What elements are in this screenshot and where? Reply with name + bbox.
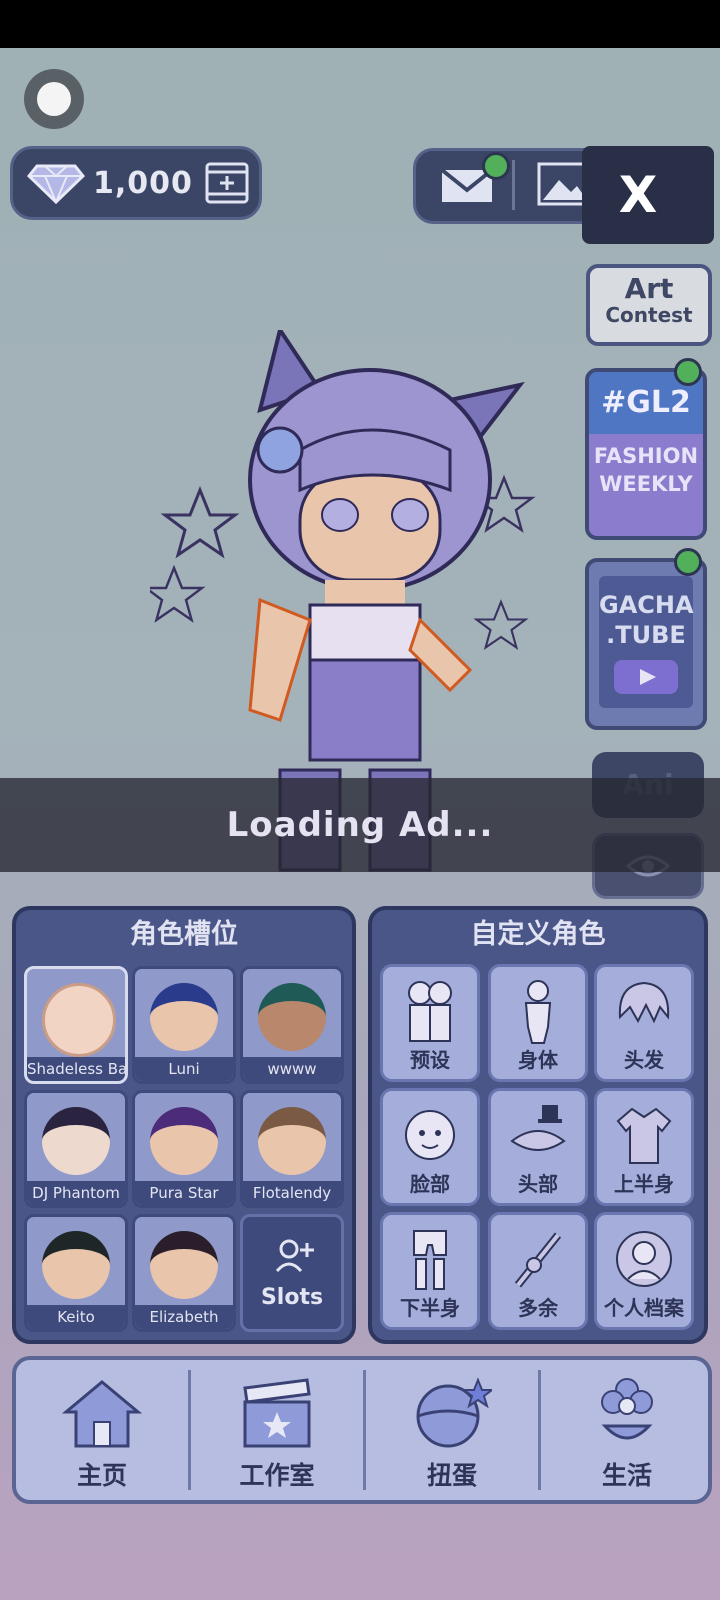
- customize-body[interactable]: 身体: [488, 964, 588, 1082]
- avatar: [42, 1107, 110, 1175]
- customize-label: 脸部: [410, 1172, 450, 1196]
- customize-label: 下半身: [400, 1296, 460, 1320]
- studio-icon: [243, 1378, 311, 1448]
- gacha-tube-button[interactable]: GACHA .TUBE: [585, 558, 707, 730]
- avatar: [42, 1231, 110, 1299]
- notification-dot: [482, 152, 510, 180]
- body-icon: [524, 980, 552, 1044]
- avatar: [42, 983, 116, 1057]
- gem-count: 1,000: [93, 165, 193, 201]
- nav-label: 生活: [601, 1461, 652, 1490]
- character-slot[interactable]: Luni: [132, 966, 236, 1084]
- gl2-fashion-weekly-button[interactable]: #GL2 FASHION WEEKLY: [585, 368, 707, 540]
- character-slot[interactable]: Keito: [24, 1214, 128, 1332]
- nav-home[interactable]: 主页: [16, 1360, 188, 1500]
- avatar: [150, 1107, 218, 1175]
- slot-name: Pura Star: [135, 1181, 233, 1205]
- nav-life[interactable]: 生活: [541, 1360, 713, 1500]
- slot-name: DJ Phantom: [27, 1181, 125, 1205]
- hair-icon: [618, 981, 670, 1024]
- character-slot[interactable]: Pura Star: [132, 1090, 236, 1208]
- nav-gacha[interactable]: 扭蛋: [366, 1360, 538, 1500]
- customize-preset[interactable]: 预设: [380, 964, 480, 1082]
- slot-name: wwww: [243, 1057, 341, 1081]
- customize-face[interactable]: 脸部: [380, 1088, 480, 1206]
- character-slot[interactable]: DJ Phantom: [24, 1090, 128, 1208]
- notification-dot: [674, 358, 702, 386]
- record-button[interactable]: [24, 69, 84, 129]
- art-contest-line2: Contest: [605, 303, 693, 327]
- slot-name: Keito: [27, 1305, 125, 1329]
- gl2-line3: WEEKLY: [599, 472, 693, 496]
- add-slots-button[interactable]: Slots: [240, 1214, 344, 1332]
- close-icon: X: [618, 166, 658, 224]
- head-accessory-icon: [510, 1105, 566, 1151]
- avatar: [258, 983, 326, 1051]
- slot-name: Luni: [135, 1057, 233, 1081]
- slot-name: Shadeless Bas: [27, 1057, 125, 1081]
- customize-character-panel: 自定义角色 预设 身体 头发 脸部 头部 上半身 下半身 多余 个人档案: [368, 906, 708, 1344]
- gacha-icon: [416, 1377, 492, 1448]
- customize-upper-body[interactable]: 上半身: [594, 1088, 694, 1206]
- lower-body-icon: [413, 1230, 447, 1290]
- close-ad-button[interactable]: X: [582, 146, 714, 244]
- customize-label: 多余: [518, 1296, 558, 1320]
- customize-lower-body[interactable]: 下半身: [380, 1212, 480, 1330]
- nav-label: 工作室: [239, 1461, 315, 1490]
- upper-body-icon: [616, 1107, 672, 1164]
- customize-profile[interactable]: 个人档案: [594, 1212, 694, 1330]
- diamond-icon: [27, 164, 85, 204]
- add-gems-film-icon[interactable]: [205, 162, 249, 204]
- character-slot[interactable]: Flotalendy: [240, 1090, 344, 1208]
- customize-extra[interactable]: 多余: [488, 1212, 588, 1330]
- nav-label: 主页: [76, 1461, 127, 1490]
- gacha-tube-line1: GACHA: [599, 591, 694, 619]
- preset-icon: [408, 981, 452, 1042]
- slot-name: Elizabeth: [135, 1305, 233, 1329]
- profile-icon: [616, 1231, 672, 1287]
- character-slot[interactable]: Elizabeth: [132, 1214, 236, 1332]
- record-dot-icon: [37, 82, 71, 116]
- slot-name: Flotalendy: [243, 1181, 341, 1205]
- customize-label: 上半身: [614, 1172, 674, 1196]
- avatar: [258, 1107, 326, 1175]
- face-icon: [405, 1110, 455, 1160]
- nav-studio[interactable]: 工作室: [191, 1360, 363, 1500]
- add-slots-label: Slots: [260, 1285, 324, 1310]
- customize-head[interactable]: 头部: [488, 1088, 588, 1206]
- bottom-nav: 主页 工作室 扭蛋 生活: [12, 1356, 712, 1504]
- character-slot[interactable]: Shadeless Bas: [24, 966, 128, 1084]
- customize-label: 身体: [518, 1048, 558, 1072]
- gacha-tube-line2: .TUBE: [606, 621, 686, 649]
- avatar: [150, 983, 218, 1051]
- nav-label: 扭蛋: [426, 1461, 477, 1490]
- art-contest-line1: Art: [624, 272, 674, 305]
- customize-label: 头发: [624, 1048, 664, 1072]
- life-icon: [601, 1378, 653, 1440]
- divider: [512, 160, 515, 210]
- avatar: [150, 1231, 218, 1299]
- home-icon: [62, 1380, 142, 1448]
- character-slots-title: 角色槽位: [130, 919, 238, 950]
- customize-title: 自定义角色: [470, 919, 606, 950]
- status-bar: [0, 0, 720, 48]
- art-contest-button[interactable]: Art Contest: [586, 264, 712, 346]
- character-slots-panel: 角色槽位 Shadeless Bas Luni wwww DJ Phantom …: [12, 906, 356, 1344]
- play-icon: [614, 660, 678, 694]
- gem-counter[interactable]: 1,000: [10, 146, 262, 220]
- customize-label: 预设: [410, 1048, 450, 1072]
- extra-icon: [514, 1232, 562, 1288]
- customize-label: 个人档案: [604, 1296, 684, 1320]
- character-slot[interactable]: wwww: [240, 966, 344, 1084]
- notification-dot: [674, 548, 702, 576]
- customize-hair[interactable]: 头发: [594, 964, 694, 1082]
- loading-ad-banner: Loading Ad...: [0, 778, 720, 872]
- gl2-line2: FASHION: [593, 444, 699, 468]
- add-user-icon: [275, 1239, 314, 1273]
- customize-label: 头部: [518, 1172, 558, 1196]
